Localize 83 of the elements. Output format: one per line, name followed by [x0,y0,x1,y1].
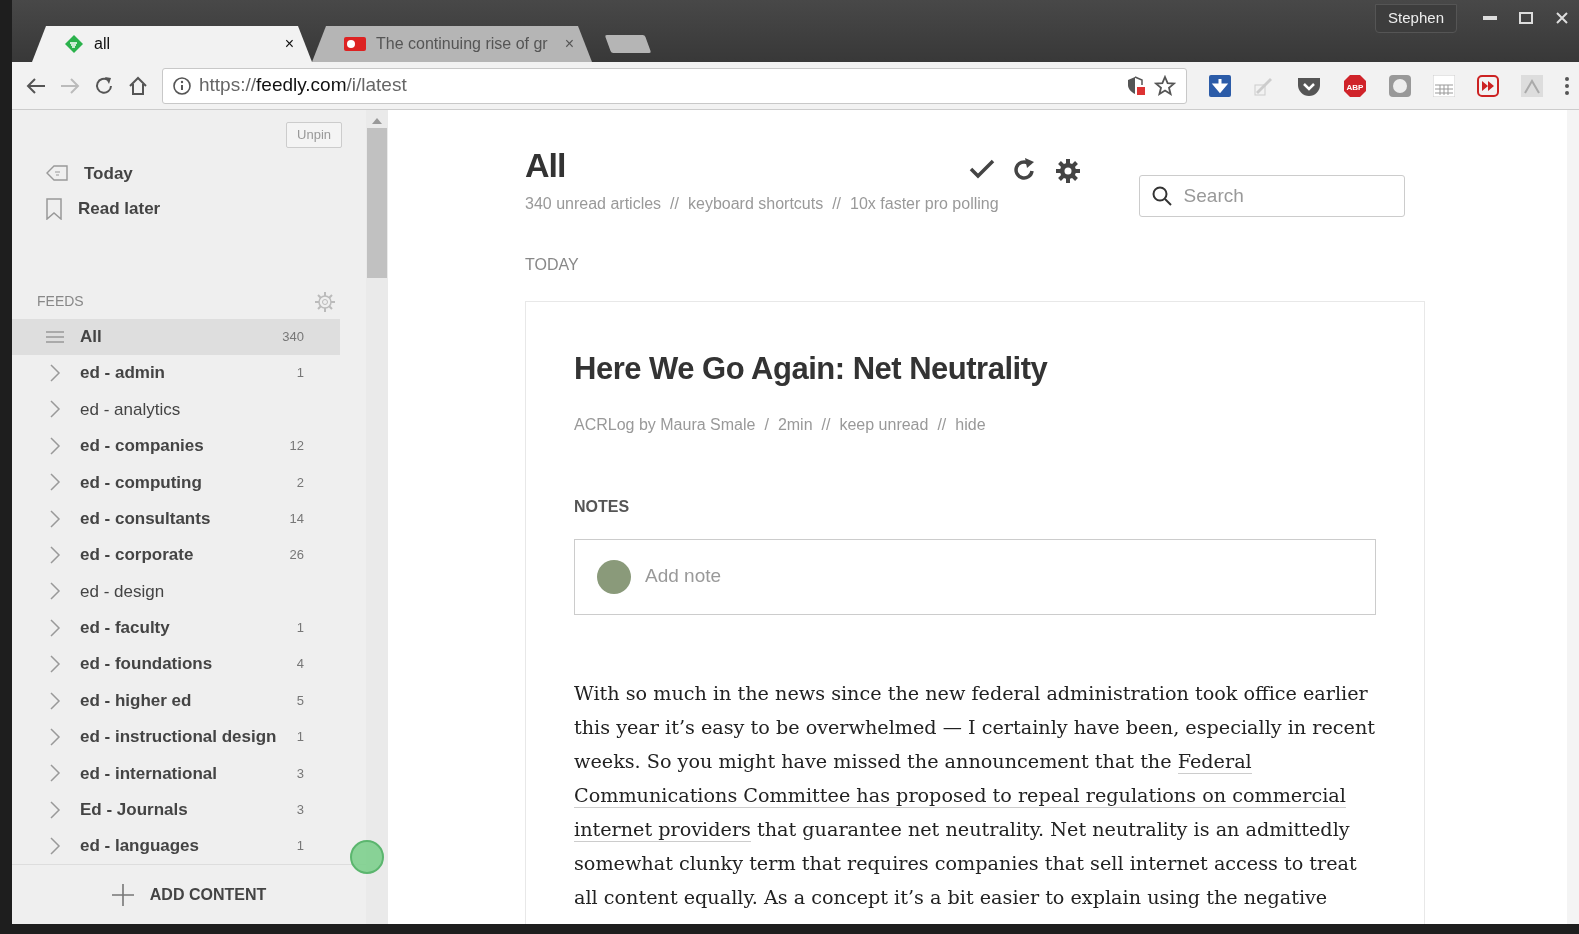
article-text: weeks. So you might have missed the announcement that the [574,749,1172,773]
separator-text: // [670,194,679,214]
article-text: this year it’s easy to be overwhelmed — I certainly have been, especially in recent [574,715,1375,739]
plus-icon [111,883,134,906]
profile-button[interactable]: Stephen [1375,4,1457,33]
site-logo-icon [344,37,366,51]
refresh-icon[interactable] [1012,158,1037,182]
feed-item[interactable]: ed - international 3 [12,755,340,792]
article-text: that guarantee net neutrality. Net neutrality is an admittedly [757,817,1350,841]
feed-item[interactable]: ed - faculty 1 [12,609,340,646]
separator-text: // [832,194,842,214]
feed-item[interactable]: ed - admin 1 [12,354,340,392]
feed-item[interactable]: ed - instructional design 1 [12,718,340,756]
more-menu-icon[interactable] [1565,76,1569,95]
new-tab-button[interactable] [604,35,652,53]
fast-forward-icon[interactable] [1477,74,1499,97]
search-bar[interactable]: Search [1138,175,1405,217]
circle-extension-icon[interactable] [1389,74,1411,97]
back-icon[interactable] [26,76,46,95]
browser-tab[interactable]: all × [32,26,312,62]
minimize-icon [1483,16,1497,21]
article-link[interactable]: internet providers [574,817,751,842]
meta-text: hide [955,414,986,435]
meta-text: keep unread [839,414,929,435]
feed-item[interactable]: ed - higher ed 5 [12,682,340,719]
search-icon [1151,186,1172,206]
adblock-icon[interactable]: ABP [1343,73,1367,98]
separator-text: // [937,414,947,435]
separator-text: // [821,414,831,435]
home-icon[interactable] [128,75,148,96]
feeds-heading: FEEDS [37,292,84,311]
list-icon [46,330,64,343]
scrollbar-thumb[interactable] [367,128,387,278]
close-tab-button[interactable]: × [564,32,574,56]
article-text: With so much in the news since the new federal administration took office earlier [574,681,1368,705]
separator-text: / [764,414,769,435]
section-heading: TODAY [525,255,580,275]
leaf-logo-icon [64,34,84,54]
scroll-up-icon[interactable] [372,118,382,124]
feed-item[interactable]: ed - languages 1 [12,827,340,864]
add-content-button[interactable]: ADD CONTENT [110,881,268,908]
feed-item[interactable]: ed - corporate 26 [12,536,340,574]
download-icon[interactable] [1209,74,1231,97]
grid-icon[interactable] [1433,74,1455,97]
notes-heading: NOTES [574,496,631,517]
article-link[interactable]: Federal [1177,749,1252,774]
article-link[interactable]: Communications Committee has proposed to repeal regulations on commercial [574,783,1346,808]
feed-item[interactable]: ed - design [12,573,340,610]
feed-item[interactable]: ed - analytics [12,391,340,428]
feed-item[interactable]: ed - consultants 14 [12,500,340,537]
browser-tab[interactable]: The continuing rise of gr × [312,26,592,62]
pdf-icon[interactable] [1521,74,1543,97]
forward-icon[interactable] [60,76,80,95]
meta-text: 2min [777,414,813,435]
article-text: all content equally. As a concept it’s a bit easier to explain using the negative [574,885,1328,909]
feed-item[interactable]: Ed - Journals 3 [12,791,340,828]
tag-icon [46,164,68,183]
page-title: All [525,148,566,182]
article-text: somewhat clunky term that requires companies that sell internet access to treat [574,851,1357,875]
checkmark-icon[interactable] [968,158,995,180]
settings-icon[interactable] [1054,158,1081,184]
feed-item[interactable]: All 340 [12,318,340,355]
reload-icon[interactable] [94,75,114,96]
star-icon[interactable] [1154,74,1176,97]
search-input[interactable]: Search [1181,180,1382,212]
meta-text: ACRLog by Maura Smale [574,414,756,435]
avatar [597,559,631,594]
close-icon [1556,12,1568,25]
address-bar[interactable]: https://feedly.com/i/latest [162,67,1187,104]
sidebar-item[interactable]: Today [12,155,366,191]
feed-item[interactable]: ed - companies 12 [12,427,340,465]
info-icon [173,76,191,95]
url-text: https://feedly.com/i/latest [199,73,407,98]
close-tab-button[interactable]: × [284,32,294,56]
article-title[interactable]: Here We Go Again: Net Neutrality [574,346,1376,393]
feed-item[interactable]: ed - foundations 4 [12,646,340,683]
pocket-icon[interactable] [1297,75,1321,96]
feed-item[interactable]: ed - computing 2 [12,464,340,501]
note-box[interactable]: Add note [574,538,1376,615]
shield-icon[interactable] [1126,75,1146,96]
bookmark-icon [46,197,62,220]
maximize-icon [1519,12,1533,25]
sidebar-item[interactable]: Read later [12,191,366,227]
